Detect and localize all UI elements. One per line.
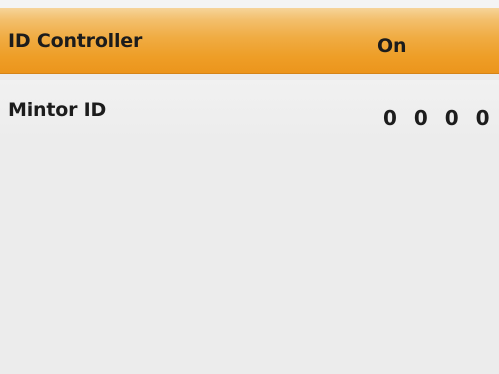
top-band: [0, 0, 499, 8]
id-controller-label: ID Controller: [8, 30, 143, 52]
menu-item-id-controller[interactable]: ID Controller On: [0, 8, 499, 74]
settings-screen: ID Controller On Mintor ID 0 0 0 0: [0, 0, 499, 374]
id-controller-value: On: [377, 35, 407, 57]
mintor-id-value: 0 0 0 0: [383, 106, 495, 130]
mintor-id-label: Mintor ID: [8, 99, 107, 121]
menu-item-mintor-id[interactable]: Mintor ID 0 0 0 0: [0, 80, 499, 142]
empty-menu-area: [0, 142, 499, 374]
